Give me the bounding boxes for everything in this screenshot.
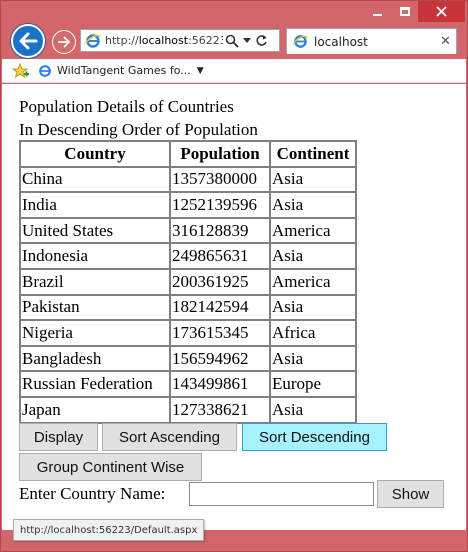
cell-country: China xyxy=(20,166,170,193)
navigation-bar: http://localhost:56223/ localhost ✕ xyxy=(7,23,463,59)
close-icon xyxy=(436,6,447,17)
cell-country: Japan xyxy=(20,396,170,423)
cell-population: 127338621 xyxy=(170,396,270,423)
cell-continent: America xyxy=(270,217,356,244)
address-bar[interactable]: http://localhost:56223/ xyxy=(80,29,280,52)
favorite-wildtangent[interactable]: WildTangent Games fo... xyxy=(38,64,191,78)
forward-arrow-icon xyxy=(58,36,71,48)
back-button[interactable] xyxy=(11,24,45,58)
address-prefix: http:// xyxy=(105,34,139,47)
browser-window: http://localhost:56223/ localhost ✕ Wild… xyxy=(0,0,468,552)
cell-population: 143499861 xyxy=(170,371,270,397)
address-text: http://localhost:56223/ xyxy=(105,34,223,47)
favorites-bar: WildTangent Games fo... ▼ xyxy=(2,59,466,83)
back-arrow-icon xyxy=(19,32,38,50)
sort-ascending-button[interactable]: Sort Ascending xyxy=(102,423,237,451)
table-row: Japan 127338621 Asia xyxy=(20,396,356,423)
minimize-icon xyxy=(373,13,382,16)
address-rest: :56223/ xyxy=(188,34,223,47)
maximize-icon xyxy=(399,7,410,16)
favorite-page-icon xyxy=(39,64,51,77)
address-host: localhost xyxy=(138,34,189,47)
cell-country: India xyxy=(20,192,170,218)
favorite-dropdown-icon[interactable]: ▼ xyxy=(197,66,204,76)
table-row: India 1252139596 Asia xyxy=(20,192,356,218)
address-actions xyxy=(225,34,268,48)
cell-continent: Asia xyxy=(270,396,356,423)
table-row: Bangladesh 156594962 Asia xyxy=(20,345,356,372)
country-name-label: Enter Country Name: xyxy=(19,484,166,503)
cell-population: 1252139596 xyxy=(170,192,270,218)
sort-descending-button[interactable]: Sort Descending xyxy=(242,423,387,451)
forward-button[interactable] xyxy=(52,30,76,54)
dropdown-caret-icon[interactable] xyxy=(243,37,251,44)
column-header-population: Population xyxy=(170,141,270,167)
cell-country: United States xyxy=(20,217,170,244)
cell-country: Indonesia xyxy=(20,243,170,269)
population-table: Country Population Continent China 135738… xyxy=(19,140,357,424)
cell-population: 1357380000 xyxy=(170,166,270,193)
status-bar-url: http://localhost:56223/Default.aspx xyxy=(13,519,205,541)
cell-population: 249865631 xyxy=(170,243,270,269)
cell-population: 316128839 xyxy=(170,217,270,244)
close-window-button[interactable] xyxy=(418,1,465,22)
ie-tab-icon xyxy=(293,35,308,48)
table-row: Nigeria 173615345 Africa xyxy=(20,320,356,346)
cell-continent: Europe xyxy=(270,371,356,397)
ie-page-icon xyxy=(85,33,101,48)
favorite-label: WildTangent Games fo... xyxy=(57,64,191,77)
search-icon[interactable] xyxy=(225,34,239,48)
cell-country: Bangladesh xyxy=(20,345,170,372)
favorites-star-icon[interactable] xyxy=(12,62,30,79)
cell-population: 173615345 xyxy=(170,320,270,346)
cell-country: Russian Federation xyxy=(20,371,170,397)
minimize-button[interactable] xyxy=(364,1,391,22)
cell-country: Nigeria xyxy=(20,320,170,346)
cell-population: 200361925 xyxy=(170,268,270,295)
column-header-continent: Continent xyxy=(270,141,356,167)
column-header-country: Country xyxy=(20,141,170,167)
refresh-icon[interactable] xyxy=(255,34,268,47)
display-button[interactable]: Display xyxy=(19,423,98,451)
cell-continent: Africa xyxy=(270,320,356,346)
table-row: Indonesia 249865631 Asia xyxy=(20,243,356,269)
cell-continent: Asia xyxy=(270,192,356,218)
close-tab-icon[interactable]: ✕ xyxy=(440,34,456,49)
cell-country: Pakistan xyxy=(20,294,170,321)
table-row: United States 316128839 America xyxy=(20,217,356,244)
maximize-button[interactable] xyxy=(391,1,418,22)
cell-continent: America xyxy=(270,268,356,295)
tab-title: localhost xyxy=(314,34,368,49)
page-content: Population Details of Countries In Desce… xyxy=(2,84,466,530)
cell-continent: Asia xyxy=(270,166,356,193)
show-button[interactable]: Show xyxy=(377,480,444,508)
table-row: Russian Federation 143499861 Europe xyxy=(20,371,356,397)
table-header-row: Country Population Continent xyxy=(20,141,356,167)
cell-continent: Asia xyxy=(270,345,356,372)
country-name-input[interactable] xyxy=(189,482,374,506)
cell-continent: Asia xyxy=(270,243,356,269)
cell-population: 182142594 xyxy=(170,294,270,321)
table-row: Brazil 200361925 America xyxy=(20,268,356,295)
page-title: Population Details of Countries xyxy=(19,97,234,116)
group-continent-button[interactable]: Group Continent Wise xyxy=(19,453,202,481)
page-subtitle: In Descending Order of Population xyxy=(19,120,258,139)
cell-population: 156594962 xyxy=(170,345,270,372)
tab-localhost[interactable]: localhost ✕ xyxy=(286,28,457,54)
cell-country: Brazil xyxy=(20,268,170,295)
table-row: China 1357380000 Asia xyxy=(20,166,356,193)
cell-continent: Asia xyxy=(270,294,356,321)
table-row: Pakistan 182142594 Asia xyxy=(20,294,356,321)
